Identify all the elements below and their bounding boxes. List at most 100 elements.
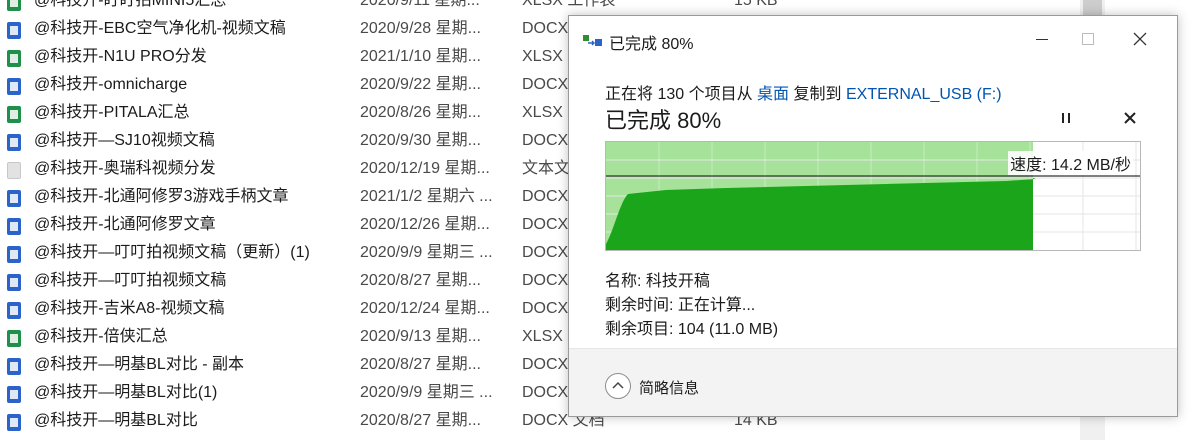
name-value: 科技开稿 — [645, 273, 710, 290]
copy-progress-dialog: 已完成 80% 正在将 130 个项目从 桌面 复制到 EXTERNAL_USB… — [568, 15, 1178, 417]
pause-icon-bar-left — [1062, 113, 1064, 123]
items-remaining-info: 剩余项目: 104 (11.0 MB) — [605, 315, 778, 339]
items-label: 剩余项目: — [605, 321, 678, 338]
docx-file-icon — [7, 386, 21, 403]
file-name: @科技开-北通阿修罗3游戏手柄文章 — [34, 188, 289, 205]
dialog-titlebar: 已完成 80% — [569, 16, 1177, 62]
dialog-footer: 简略信息 — [569, 349, 1177, 416]
file-date: 2021/1/10 星期... — [360, 48, 481, 65]
pause-icon-bar-right — [1068, 113, 1070, 123]
xlsx-file-icon — [7, 0, 21, 11]
file-name: @科技开-盯盯拍MINI5汇总 — [34, 0, 227, 9]
file-date: 2020/12/19 星期... — [360, 160, 490, 177]
copy-description-middle: 复制到 — [789, 86, 846, 103]
file-date: 2020/12/24 星期... — [360, 300, 490, 317]
docx-file-icon — [7, 414, 21, 431]
copy-description: 正在将 130 个项目从 桌面 复制到 EXTERNAL_USB (F:) — [605, 80, 1002, 104]
file-name: @科技开-EBC空气净化机-视频文稿 — [34, 20, 286, 37]
dialog-title: 已完成 80% — [609, 36, 694, 53]
file-date: 2020/8/27 星期... — [360, 412, 481, 429]
file-name: @科技开-吉米A8-视频文稿 — [34, 300, 225, 317]
speed-label: 速度: 14.2 MB/秒 — [1008, 151, 1133, 175]
time-value: 正在计算... — [677, 297, 756, 314]
close-icon — [1133, 32, 1147, 46]
name-label: 名称: — [605, 273, 646, 290]
fewer-details-label: 简略信息 — [639, 380, 700, 397]
file-name: @科技开-PITALA汇总 — [34, 104, 190, 121]
xlsx-file-icon — [7, 330, 21, 347]
file-type: XLSX — [522, 328, 563, 345]
docx-file-icon — [7, 246, 21, 263]
docx-file-icon — [7, 358, 21, 375]
file-type: DOCX — [522, 244, 569, 261]
file-name: @科技开—明基BL对比 - 副本 — [34, 356, 245, 373]
close-button[interactable] — [1117, 16, 1163, 62]
file-type: DOCX — [522, 384, 569, 401]
file-type: DOCX — [522, 356, 569, 373]
destination-link[interactable]: EXTERNAL_USB (F:) — [846, 86, 1002, 103]
file-name-info: 名称: 科技开稿 — [605, 267, 710, 291]
chevron-up-icon — [605, 373, 631, 399]
file-date: 2020/9/11 星期... — [360, 0, 480, 9]
file-name: @科技开-omnicharge — [34, 76, 188, 93]
minimize-icon — [1036, 39, 1048, 40]
cancel-button[interactable] — [1120, 108, 1140, 128]
docx-file-icon — [7, 22, 21, 39]
docx-file-icon — [7, 302, 21, 319]
file-type: DOCX — [522, 132, 569, 149]
file-size: 15 KB — [734, 0, 778, 9]
cancel-icon — [1124, 112, 1136, 124]
file-date: 2020/9/9 星期三 ... — [360, 244, 493, 261]
copy-description-prefix: 正在将 130 个项目从 — [605, 86, 758, 103]
xlsx-file-icon — [7, 106, 21, 123]
file-date: 2020/12/26 星期... — [360, 216, 490, 233]
docx-file-icon — [7, 78, 21, 95]
file-type: XLSX 工作表 — [522, 0, 616, 9]
docx-file-icon — [7, 190, 21, 207]
file-name: @科技开—明基BL对比 — [34, 412, 198, 429]
file-name: @科技开—叮叮拍视频文稿（更新）(1) — [34, 244, 310, 261]
file-name: @科技开-北通阿修罗文章 — [34, 216, 216, 233]
text-file-icon — [7, 162, 21, 179]
pause-button[interactable] — [1054, 106, 1078, 130]
docx-file-icon — [7, 218, 21, 235]
docx-file-icon — [7, 134, 21, 151]
docx-file-icon — [7, 274, 21, 291]
file-name: @科技开—叮叮拍视频文稿 — [34, 272, 227, 289]
file-name: @科技开—明基BL对比(1) — [34, 384, 218, 401]
file-name: @科技开-N1U PRO分发 — [34, 48, 207, 65]
file-type: XLSX — [522, 48, 563, 65]
file-type: DOCX — [522, 76, 569, 93]
maximize-icon — [1082, 33, 1094, 45]
time-remaining-info: 剩余时间: 正在计算... — [605, 291, 755, 315]
file-row[interactable]: @科技开-盯盯拍MINI5汇总 2020/9/11 星期... XLSX 工作表 15… — [0, 0, 1200, 15]
maximize-button[interactable] — [1065, 16, 1111, 62]
file-type: DOCX — [522, 216, 569, 233]
file-date: 2020/8/27 星期... — [360, 356, 481, 373]
file-name: @科技开—SJ10视频文稿 — [34, 132, 215, 149]
file-date: 2021/1/2 星期六 ... — [360, 188, 493, 205]
progress-heading: 已完成 80% — [605, 108, 722, 133]
minimize-button[interactable] — [1019, 16, 1065, 62]
items-value: 104 (11.0 MB) — [677, 321, 779, 338]
file-date: 2020/8/27 星期... — [360, 272, 481, 289]
transfer-speed-graph: 速度: 14.2 MB/秒 — [605, 141, 1141, 251]
copy-icon — [583, 35, 602, 46]
file-type: 文本文 — [522, 160, 571, 177]
file-type: DOCX — [522, 188, 569, 205]
file-date: 2020/9/28 星期... — [360, 20, 481, 37]
file-name: @科技开-奥瑞科视频分发 — [34, 160, 216, 177]
file-type: DOCX — [522, 272, 569, 289]
file-date: 2020/9/9 星期三 ... — [360, 384, 493, 401]
file-date: 2020/9/13 星期... — [360, 328, 481, 345]
file-type: DOCX — [522, 20, 569, 37]
file-type: DOCX — [522, 300, 569, 317]
time-label: 剩余时间: — [605, 297, 678, 314]
xlsx-file-icon — [7, 50, 21, 67]
file-date: 2020/9/30 星期... — [360, 132, 481, 149]
file-type: XLSX — [522, 104, 563, 121]
file-date: 2020/8/26 星期... — [360, 104, 481, 121]
file-name: @科技开-倍侠汇总 — [34, 328, 168, 345]
file-date: 2020/9/22 星期... — [360, 76, 481, 93]
source-link[interactable]: 桌面 — [757, 86, 789, 103]
